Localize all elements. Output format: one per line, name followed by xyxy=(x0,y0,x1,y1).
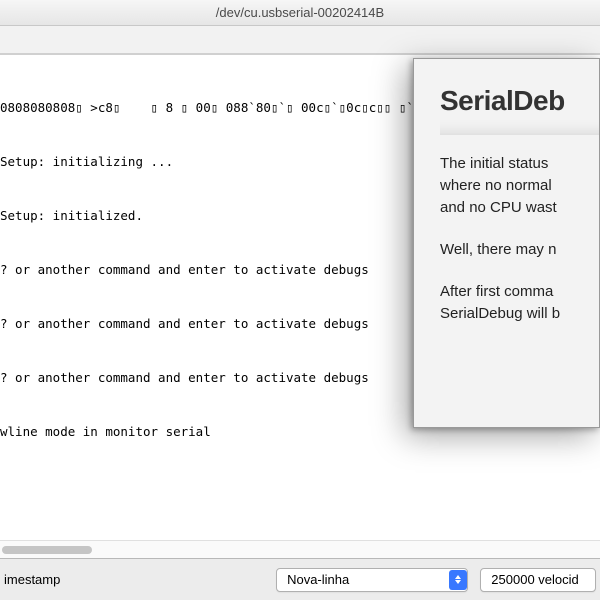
baud-rate-value: 250000 velocid xyxy=(491,572,578,587)
bottom-bar: imestamp Nova-linha 250000 velocid xyxy=(0,558,600,600)
horizontal-scrollbar-track[interactable] xyxy=(0,540,600,558)
toolbar-area xyxy=(0,26,600,54)
line-ending-select[interactable]: Nova-linha xyxy=(276,568,468,592)
overlay-paragraph: After first comma SerialDebug will b xyxy=(440,281,599,325)
overlay-title: SerialDeb xyxy=(440,85,599,117)
baud-rate-select[interactable]: 250000 velocid xyxy=(480,568,596,592)
overlay-paragraph: Well, there may n xyxy=(440,239,599,261)
horizontal-scrollbar-thumb[interactable] xyxy=(2,546,92,554)
line-ending-value: Nova-linha xyxy=(287,572,349,587)
timestamp-checkbox-label: imestamp xyxy=(4,572,60,587)
overlay-paragraph: The initial status where no normal and n… xyxy=(440,153,599,219)
updown-icon xyxy=(449,570,467,590)
info-overlay-panel: SerialDeb The initial status where no no… xyxy=(413,58,600,428)
window-title: /dev/cu.usbserial-00202414B xyxy=(0,0,600,26)
